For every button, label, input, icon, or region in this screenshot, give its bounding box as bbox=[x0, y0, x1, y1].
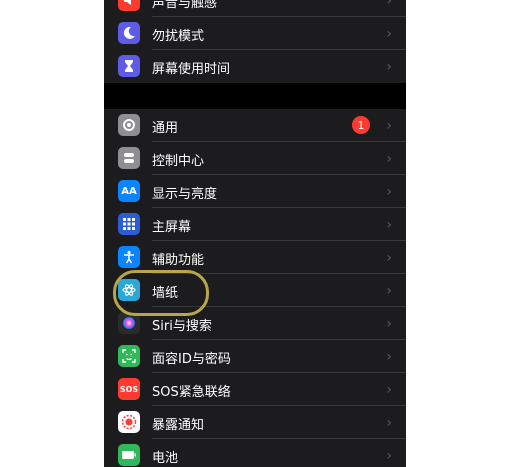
chevron-right-icon: › bbox=[386, 59, 392, 75]
settings-row-label: 通用 bbox=[152, 121, 179, 136]
gear-icon bbox=[118, 114, 140, 136]
faceid-icon bbox=[118, 345, 140, 367]
chevron-right-icon: › bbox=[386, 283, 392, 299]
settings-row-battery[interactable]: 电池 › bbox=[104, 439, 406, 467]
settings-row-sound[interactable]: 声音与触感 › bbox=[104, 0, 406, 17]
toggles-icon bbox=[118, 147, 140, 169]
chevron-right-icon: › bbox=[386, 316, 392, 332]
notification-badge: 1 bbox=[352, 116, 370, 134]
settings-group-bottom: 通用 1 › 控制中心 › AA 显示与亮度 › 主屏幕 › 辅助功能 › 墙纸… bbox=[104, 109, 406, 467]
moon-icon bbox=[118, 22, 140, 44]
chevron-right-icon: › bbox=[386, 151, 392, 167]
settings-row-label: 显示与亮度 bbox=[152, 187, 218, 202]
settings-row-label: 墙纸 bbox=[152, 286, 179, 301]
grid-icon bbox=[118, 213, 140, 235]
chevron-right-icon: › bbox=[386, 184, 392, 200]
settings-row-focus[interactable]: 勿扰模式 › bbox=[104, 17, 406, 50]
display-brightness-icon: AA bbox=[118, 180, 140, 202]
settings-row-home-screen[interactable]: 主屏幕 › bbox=[104, 208, 406, 241]
chevron-right-icon: › bbox=[386, 382, 392, 398]
settings-row-label: 声音与触感 bbox=[152, 0, 218, 11]
chevron-right-icon: › bbox=[386, 349, 392, 365]
settings-row-label: 辅助功能 bbox=[152, 253, 205, 268]
settings-row-sos[interactable]: SOS SOS紧急联络 › bbox=[104, 373, 406, 406]
chevron-right-icon: › bbox=[386, 448, 392, 464]
settings-row-general[interactable]: 通用 1 › bbox=[104, 109, 406, 142]
settings-row-wallpaper[interactable]: 墙纸 › bbox=[104, 274, 406, 307]
exposure-icon bbox=[118, 411, 140, 433]
settings-row-display[interactable]: AA 显示与亮度 › bbox=[104, 175, 406, 208]
settings-row-label: 控制中心 bbox=[152, 154, 205, 169]
accessibility-icon bbox=[118, 246, 140, 268]
chevron-right-icon: › bbox=[386, 118, 392, 134]
settings-row-label: 主屏幕 bbox=[152, 220, 192, 235]
speaker-icon bbox=[118, 0, 140, 11]
settings-row-accessibility[interactable]: 辅助功能 › bbox=[104, 241, 406, 274]
settings-row-screen-time[interactable]: 屏幕使用时间 › bbox=[104, 50, 406, 83]
flower-icon bbox=[118, 279, 140, 301]
chevron-right-icon: › bbox=[386, 217, 392, 233]
settings-screen: 声音与触感 › 勿扰模式 › 屏幕使用时间 › 通用 1 › 控制中心 › AA… bbox=[104, 0, 406, 467]
settings-row-label: 面容ID与密码 bbox=[152, 352, 231, 367]
settings-row-exposure[interactable]: 暴露通知 › bbox=[104, 406, 406, 439]
settings-group-top: 声音与触感 › 勿扰模式 › 屏幕使用时间 › bbox=[104, 0, 406, 83]
settings-row-label: 勿扰模式 bbox=[152, 29, 205, 44]
settings-row-control-center[interactable]: 控制中心 › bbox=[104, 142, 406, 175]
battery-icon bbox=[118, 444, 140, 466]
hourglass-icon bbox=[118, 55, 140, 77]
chevron-right-icon: › bbox=[386, 0, 392, 9]
settings-row-label: 屏幕使用时间 bbox=[152, 62, 231, 77]
sos-icon: SOS bbox=[118, 378, 140, 400]
chevron-right-icon: › bbox=[386, 415, 392, 431]
settings-row-label: 电池 bbox=[152, 451, 179, 466]
settings-row-label: SOS紧急联络 bbox=[152, 385, 231, 400]
settings-row-siri[interactable]: Siri与搜索 › bbox=[104, 307, 406, 340]
chevron-right-icon: › bbox=[386, 250, 392, 266]
settings-row-face-id[interactable]: 面容ID与密码 › bbox=[104, 340, 406, 373]
chevron-right-icon: › bbox=[386, 26, 392, 42]
settings-row-label: Siri与搜索 bbox=[152, 319, 212, 334]
siri-icon bbox=[118, 312, 140, 334]
settings-row-label: 暴露通知 bbox=[152, 418, 205, 433]
